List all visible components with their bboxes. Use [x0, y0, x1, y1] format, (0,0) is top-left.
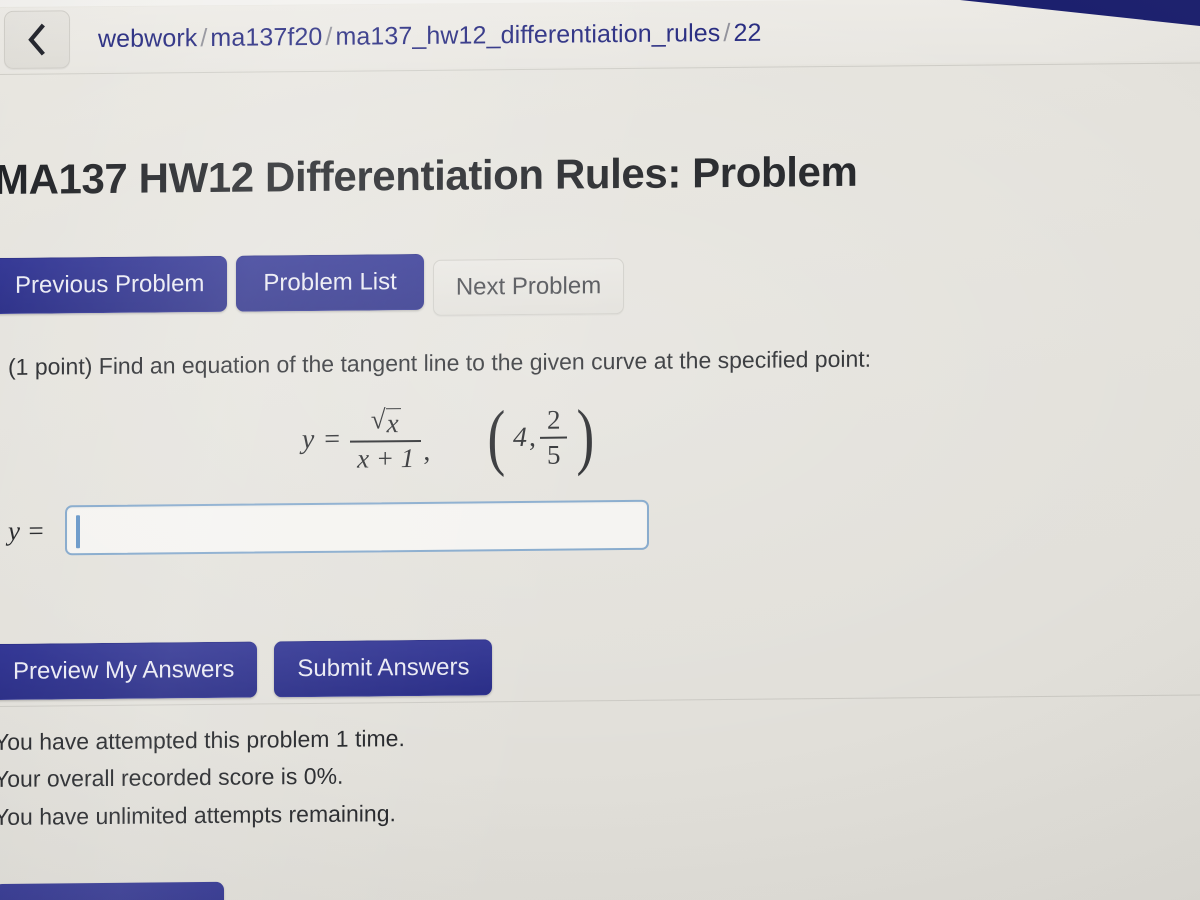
point-separator: , [528, 421, 536, 453]
status-line-attempts: You have attempted this problem 1 time. [0, 725, 405, 756]
point-x-value: 4 [512, 421, 527, 453]
breadcrumb-separator: / [723, 18, 731, 47]
text-cursor [75, 515, 80, 549]
equation-numerator: √ x [364, 404, 408, 440]
equation-equals: = [324, 423, 341, 455]
point-y-denominator: 5 [546, 439, 561, 470]
breadcrumb-separator: / [325, 22, 333, 51]
problem-list-button[interactable]: Problem List [236, 253, 424, 312]
bottom-cutoff-button[interactable] [0, 881, 224, 900]
point-y-fraction: 2 5 [539, 404, 568, 470]
square-root-icon: √ x [370, 404, 401, 439]
breadcrumb-item-course[interactable]: ma137f20 [210, 22, 322, 51]
answer-input[interactable] [76, 501, 637, 554]
breadcrumb-bar: webwork / ma137f20/ma137_hw12_differentiat… [0, 0, 1200, 73]
preview-my-answers-button[interactable]: Preview My Answers [0, 641, 258, 701]
equation-trailing-comma: , [423, 435, 431, 467]
problem-navigation: Previous Problem Problem List Next Probl… [0, 252, 625, 320]
answer-actions: Preview My Answers Submit Answers [0, 639, 493, 701]
breadcrumb-item-problem-number[interactable]: 22 [733, 18, 761, 46]
right-paren: ) [576, 395, 595, 478]
page-title: MA137 HW12 Differentiation Rules: Proble… [0, 147, 858, 204]
breadcrumb: webwork / ma137f20/ma137_hw12_differentiat… [98, 18, 761, 53]
webwork-page: webwork / ma137f20/ma137_hw12_differentiat… [0, 0, 1200, 900]
status-line-score: Your overall recorded score is 0%. [0, 762, 344, 793]
point-y-numerator: 2 [546, 404, 561, 435]
chevron-left-icon [26, 23, 48, 57]
answer-input-wrapper[interactable] [64, 499, 649, 556]
equation-fraction: √ x x + 1 [350, 404, 422, 474]
previous-problem-button[interactable]: Previous Problem [0, 255, 228, 315]
submit-answers-button[interactable]: Submit Answers [274, 639, 493, 698]
answer-label: y = [8, 515, 45, 546]
breadcrumb-item-webwork[interactable]: webwork [98, 24, 197, 53]
problem-equation: y = √ x x + 1 , ( 4 , 2 5) [0, 395, 1200, 479]
equation-lhs: y [301, 423, 315, 455]
problem-prompt: (1 point) Find an equation of the tangen… [8, 345, 872, 380]
next-problem-button[interactable]: Next Problem [432, 258, 625, 316]
left-paren: ( [487, 396, 506, 479]
answer-entry-row: y = [8, 499, 649, 556]
breadcrumb-separator: / [200, 23, 208, 52]
equation-denominator: x + 1 [357, 442, 415, 474]
specified-point: ( 4 , 2 5 ) [484, 395, 598, 479]
breadcrumb-item-assignment[interactable]: ma137_hw12_differentiation_rules [335, 19, 720, 51]
status-line-remaining: You have unlimited attempts remaining. [0, 799, 396, 830]
screen-photo: webwork / ma137f20/ma137_hw12_differentiat… [0, 0, 1200, 900]
attempt-status: You have attempted this problem 1 time. … [0, 720, 405, 836]
back-button[interactable] [4, 10, 70, 69]
